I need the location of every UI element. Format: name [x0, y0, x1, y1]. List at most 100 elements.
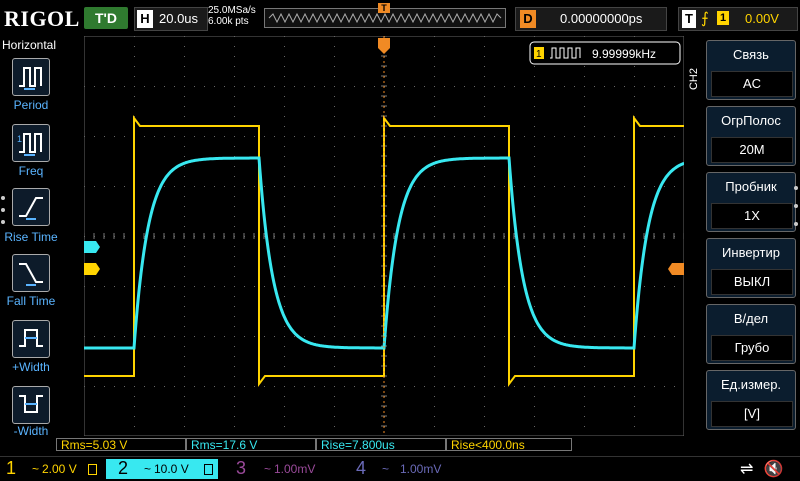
grid-dot [494, 186, 495, 187]
grid-dot [464, 336, 465, 337]
grid-dot [94, 186, 95, 187]
grid-dot [264, 86, 265, 87]
grid-dot [534, 386, 535, 387]
grid-dot [124, 386, 125, 387]
grid-dot [134, 56, 135, 57]
measurement-ch1-rise[interactable]: Rise<400.0ns [446, 438, 572, 452]
channel-1-scale: 2.00 V [42, 462, 77, 476]
timebase-box[interactable]: H 20.0us [134, 7, 208, 31]
grid-dot [644, 86, 645, 87]
grid-dot [314, 86, 315, 87]
neg-width-button[interactable] [12, 386, 50, 424]
grid-dot [134, 36, 135, 37]
period-button[interactable] [12, 58, 50, 96]
grid-dot [194, 286, 195, 287]
grid-dot [404, 136, 405, 137]
rise-time-button[interactable] [12, 188, 50, 226]
grid-dot [234, 386, 235, 387]
grid-dot [584, 366, 585, 367]
grid-dot [214, 86, 215, 87]
units-title: Ед.измер. [720, 377, 782, 392]
units-menu-item[interactable]: Ед.измер. [V] [706, 370, 796, 430]
grid-dot [424, 86, 425, 87]
grid-dot [104, 86, 105, 87]
grid-dot [604, 186, 605, 187]
grid-dot [584, 166, 585, 167]
grid-dot [414, 386, 415, 387]
freq-button[interactable]: 1 [12, 124, 50, 162]
channel-3-status[interactable]: 3 ~ 1.00mV [220, 458, 340, 479]
measurement-ch2-rise[interactable]: Rise=7.800us [316, 438, 446, 452]
grid-dot [304, 186, 305, 187]
grid-dot [624, 136, 625, 137]
grid-dot [584, 316, 585, 317]
grid-dot [414, 136, 415, 137]
channel-1-bw-icon [88, 464, 97, 475]
grid-dot [184, 66, 185, 67]
rise-time-label: Rise Time [4, 230, 58, 244]
grid-dot [334, 226, 335, 227]
delay-box[interactable]: D 0.00000000ps [515, 7, 667, 31]
channel-4-status[interactable]: 4 ~ 1.00mV [342, 458, 462, 479]
grid-dot [234, 286, 235, 287]
grid-dot [514, 86, 515, 87]
grid-dot [334, 316, 335, 317]
grid-dot [214, 186, 215, 187]
grid-dot [534, 246, 535, 247]
channel-2-status[interactable]: 2 ~ 10.0 V [106, 458, 218, 479]
grid-dot [104, 336, 105, 337]
invert-menu-item[interactable]: Инвертир ВЫКЛ [706, 238, 796, 298]
grid-dot [484, 256, 485, 257]
grid-dot [404, 186, 405, 187]
grid-dot [534, 166, 535, 167]
coupling-title: Связь [733, 47, 769, 62]
grid-dot [184, 346, 185, 347]
pos-width-button[interactable] [12, 320, 50, 358]
grid-dot [594, 86, 595, 87]
grid-dot [504, 86, 505, 87]
grid-dot [114, 186, 115, 187]
grid-dot [224, 336, 225, 337]
measurement-ch2-rms[interactable]: Rms=17.6 V [186, 438, 316, 452]
grid-dot [324, 136, 325, 137]
grid-dot [334, 276, 335, 277]
grid-dot [94, 386, 95, 387]
bandwidth-limit-menu-item[interactable]: ОгрПолос 20M [706, 106, 796, 166]
waveform-display[interactable]: 1 9.99999kHz [83, 35, 685, 437]
probe-menu-item[interactable]: Пробник 1X [706, 172, 796, 232]
grid-dot [394, 336, 395, 337]
run-state-badge[interactable]: T'D [84, 7, 128, 29]
trigger-box[interactable]: T ⨍ 1 0.00V [678, 7, 798, 31]
grid-dot [184, 136, 185, 137]
acquisition-info: 25.0MSa/s 6.00k pts [208, 5, 256, 27]
grid-dot [634, 406, 635, 407]
grid-dot [134, 396, 135, 397]
grid-dot [284, 386, 285, 387]
grid-dot [534, 326, 535, 327]
trigger-level: 0.00V [745, 11, 779, 26]
grid-dot [494, 86, 495, 87]
grid-dot [224, 286, 225, 287]
grid-dot [554, 336, 555, 337]
volts-div-menu-item[interactable]: В/дел Грубо [706, 304, 796, 364]
grid-dot [664, 186, 665, 187]
grid-dot [564, 336, 565, 337]
grid-dot [184, 276, 185, 277]
channel-3-scale: 1.00mV [274, 462, 316, 476]
grid-dot [364, 336, 365, 337]
grid-dot [374, 136, 375, 137]
fall-time-button[interactable] [12, 254, 50, 292]
neg-width-icon [19, 395, 43, 413]
measurement-ch1-rms[interactable]: Rms=5.03 V [56, 438, 186, 452]
coupling-menu-item[interactable]: Связь AC [706, 40, 796, 100]
grid-dot [424, 186, 425, 187]
grid-dot [254, 336, 255, 337]
brand-logo: RIGOL [4, 6, 80, 31]
measure-menu-title: Horizontal [2, 38, 57, 52]
grid-dot [634, 396, 635, 397]
channel-1-status[interactable]: 1 ~ 2.00 V [0, 458, 104, 479]
grid-dot [534, 256, 535, 257]
grid-dot [674, 286, 675, 287]
grid-dot [294, 136, 295, 137]
grid-dot [94, 286, 95, 287]
